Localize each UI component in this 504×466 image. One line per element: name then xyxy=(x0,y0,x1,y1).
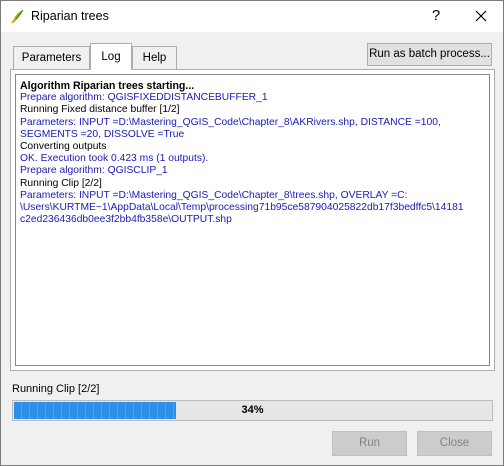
log-line: c2ed236436db0ee3f2bb4fb358e\OUTPUT.shp xyxy=(20,214,232,226)
progress-label: Running Clip [2/2] xyxy=(12,383,100,395)
window-title: Riparian trees xyxy=(31,9,109,23)
log-line: Running Clip [2/2] xyxy=(20,177,102,189)
log-tab-pane: Algorithm Riparian trees starting... Prep… xyxy=(10,69,495,371)
log-text-area[interactable]: Algorithm Riparian trees starting... Prep… xyxy=(15,74,490,366)
log-line: Running Fixed distance buffer [1/2] xyxy=(20,104,180,116)
tab-help[interactable]: Help xyxy=(132,46,177,70)
tab-parameters[interactable]: Parameters xyxy=(13,46,90,70)
log-line: \Users\KURTME~1\AppData\Local\Temp\proce… xyxy=(20,202,464,214)
close-window-button[interactable] xyxy=(461,4,501,28)
log-line: Converting outputs xyxy=(20,141,107,153)
progress-bar: 34% xyxy=(12,400,493,421)
dialog-window: Riparian trees ? Parameters Log Help Run… xyxy=(0,0,504,466)
title-bar[interactable]: Riparian trees ? xyxy=(1,1,503,32)
close-button[interactable]: Close xyxy=(417,431,492,456)
run-button[interactable]: Run xyxy=(332,431,407,456)
log-line: OK. Execution took 0.423 ms (1 outputs). xyxy=(20,153,209,165)
log-line: Parameters: INPUT =D:\Mastering_QGIS_Cod… xyxy=(20,116,441,128)
close-icon xyxy=(475,10,487,22)
log-line: Algorithm Riparian trees starting... xyxy=(20,80,195,92)
tab-log[interactable]: Log xyxy=(90,43,132,70)
log-line: SEGMENTS =20, DISSOLVE =True xyxy=(20,128,185,140)
progress-percent: 34% xyxy=(241,404,264,416)
log-line: Prepare algorithm: QGISCLIP_1 xyxy=(20,165,168,177)
log-line: Prepare algorithm: QGISFIXEDDISTANCEBUFF… xyxy=(20,92,268,104)
qgis-logo-icon xyxy=(11,9,24,24)
log-line: Parameters: INPUT =D:\Mastering_QGIS_Cod… xyxy=(20,189,408,201)
run-as-batch-button[interactable]: Run as batch process... xyxy=(367,43,492,66)
help-button[interactable]: ? xyxy=(421,4,451,28)
